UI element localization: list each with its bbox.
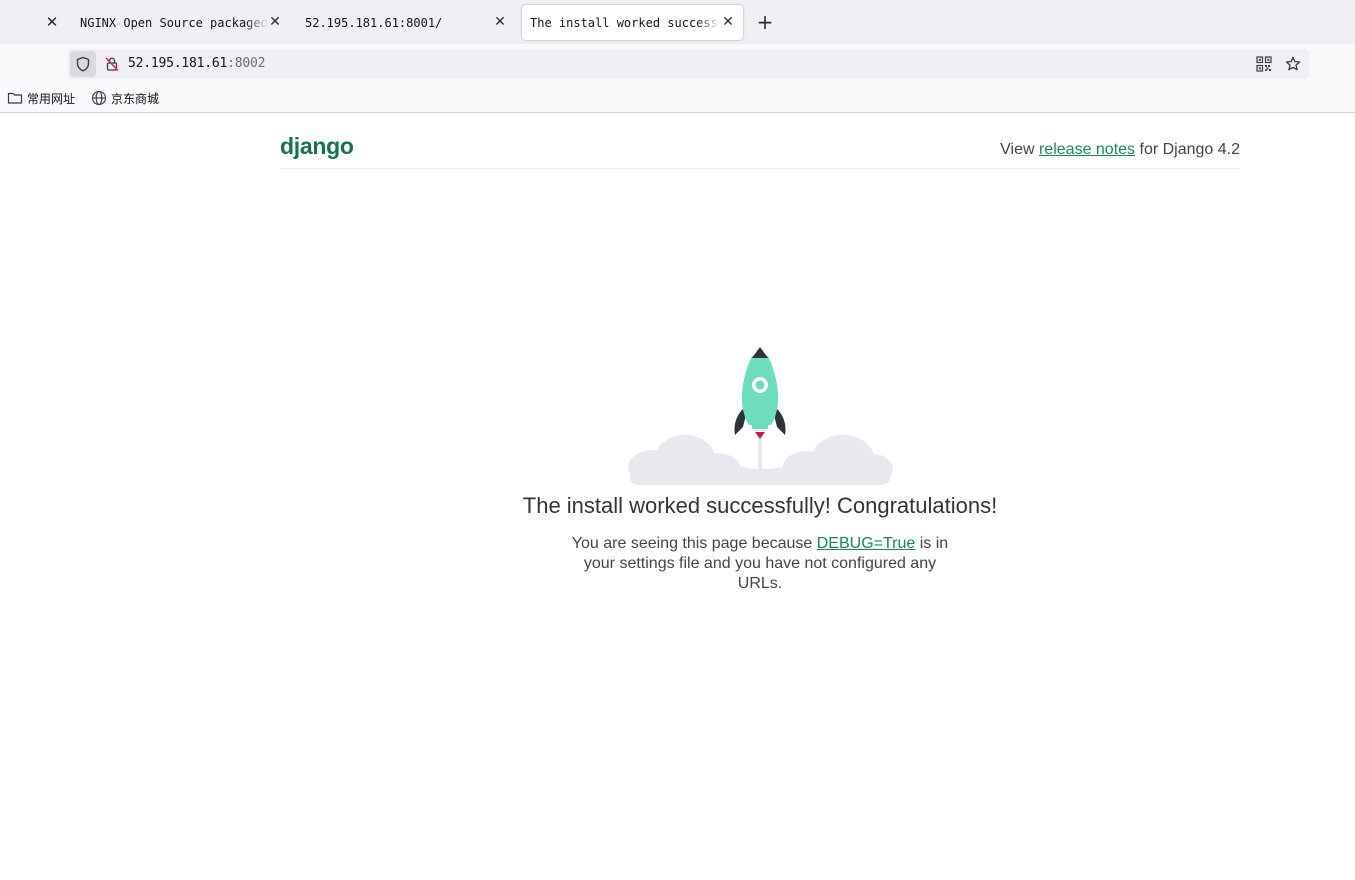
url-text[interactable]: 52.195.181.61:8002 (128, 56, 265, 71)
tab-8001[interactable]: 52.195.181.61:8001/ ✕ (297, 5, 515, 40)
bookmark-label: 京东商城 (111, 91, 160, 106)
body-prefix: You are seeing this page because (571, 535, 817, 552)
close-tab-icon[interactable]: ✕ (266, 12, 284, 32)
tab-title: NGINX Open Source packaged by Bitnami (80, 15, 268, 30)
nav-bar: 52.195.181.61:8002 (0, 44, 1355, 84)
release-suffix: for Django 4.2 (1135, 141, 1240, 158)
close-tab-icon[interactable]: ✕ (491, 12, 509, 32)
connection-info-button[interactable] (102, 54, 122, 74)
tab-django-active[interactable]: The install worked successfully! Congrat… (522, 5, 743, 40)
bookmark-item[interactable]: 京东商城 (91, 88, 159, 108)
release-notes-text: View release notes for Django 4.2 (1000, 141, 1240, 159)
release-notes-link[interactable]: release notes (1039, 141, 1135, 158)
url-bar[interactable]: 52.195.181.61:8002 (68, 49, 1309, 79)
new-tab-button[interactable]: + (753, 10, 777, 34)
tab-strip: ✕ NGINX Open Source packaged by Bitnami … (0, 0, 1355, 44)
url-port: :8002 (227, 56, 266, 71)
page-content: django View release notes for Django 4.2 (0, 113, 1355, 880)
url-host: 52.195.181.61 (128, 56, 228, 71)
close-tab-icon[interactable]: ✕ (719, 12, 737, 32)
bookmark-star-button[interactable] (1283, 54, 1303, 74)
rocket-icon (734, 347, 786, 439)
insecure-lock-icon (105, 57, 119, 72)
close-tab-icon[interactable]: ✕ (44, 12, 60, 32)
bookmark-label: 常用网址 (27, 91, 76, 106)
success-headline: The install worked successfully! Congrat… (522, 493, 998, 518)
debug-explanation: You are seeing this page because DEBUG=T… (560, 534, 960, 594)
debug-docs-link[interactable]: DEBUG=True (817, 535, 916, 552)
shield-icon (76, 56, 90, 72)
tab-title: The install worked successfully! Congrat… (530, 15, 720, 30)
tab-title: 52.195.181.61:8001/ (305, 15, 443, 30)
qr-code-button[interactable] (1256, 56, 1272, 72)
django-header: django View release notes for Django 4.2 (280, 113, 1240, 169)
bookmark-item[interactable]: 常用网址 (7, 88, 75, 108)
rocket-launch-illustration (628, 347, 893, 485)
tracking-protection-button[interactable] (70, 51, 96, 77)
tab-nginx[interactable]: NGINX Open Source packaged by Bitnami ✕ (72, 5, 290, 40)
release-prefix: View (1000, 141, 1039, 158)
django-logo[interactable]: django (280, 133, 354, 160)
qr-code-icon (1256, 56, 1272, 72)
star-icon (1285, 56, 1301, 71)
folder-icon (7, 92, 23, 104)
bookmarks-toolbar: 常用网址 京东商城 (0, 84, 1355, 113)
globe-icon (91, 90, 107, 106)
